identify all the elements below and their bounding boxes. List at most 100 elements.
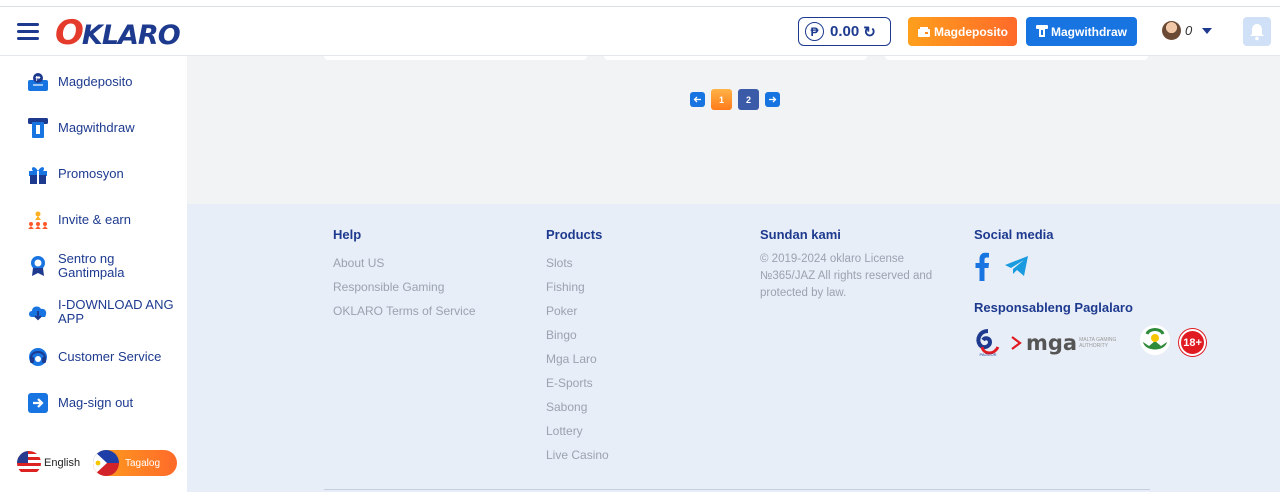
sidebar-item-label: Magwithdraw	[58, 120, 135, 135]
sidebar-item-rewards[interactable]: Sentro ng Gantimpala	[0, 246, 187, 286]
chevron-down-icon	[1202, 27, 1213, 34]
footer-link-fishing[interactable]: Fishing	[546, 275, 609, 299]
logo-letter-o: O	[55, 13, 84, 53]
notification-button[interactable]	[1243, 17, 1271, 46]
bell-icon	[1250, 23, 1264, 40]
withdraw-button[interactable]: Magwithdraw	[1026, 17, 1137, 46]
facebook-icon[interactable]	[974, 251, 990, 286]
footer-link-slots[interactable]: Slots	[546, 251, 609, 275]
gift-icon	[27, 163, 49, 185]
responsible-gaming-title: Responsableng Paglalaro	[974, 300, 1133, 315]
user-count: 0	[1185, 23, 1193, 38]
refresh-icon[interactable]: ↻	[863, 23, 876, 41]
balance-display[interactable]: ₱ 0.00 ↻	[798, 17, 891, 46]
deposit-button[interactable]: Magdeposito	[908, 17, 1017, 46]
footer-link-games[interactable]: Mga Laro	[546, 347, 609, 371]
mga-logo-subtext: MALTA GAMING AUTHORITY	[1079, 336, 1117, 349]
age-restriction-badge: 18+	[1179, 329, 1207, 356]
us-flag-icon	[17, 451, 41, 475]
deposit-label: Magdeposito	[934, 24, 1008, 39]
footer-products-column: Products Slots Fishing Poker Bingo Mga L…	[546, 227, 609, 467]
language-english[interactable]: English	[17, 450, 80, 476]
sidebar: ₱ Magdeposito Magwithdraw Promosyon Invi…	[0, 56, 187, 492]
withdraw-label: Magwithdraw	[1050, 24, 1127, 39]
sidebar-item-withdraw[interactable]: Magwithdraw	[0, 108, 187, 148]
footer-link-about[interactable]: About US	[333, 251, 476, 275]
game-card-bottom	[324, 56, 587, 60]
footer-social-title: Social media	[974, 227, 1054, 242]
user-menu[interactable]: 0	[1162, 21, 1213, 40]
footer-link-bingo[interactable]: Bingo	[546, 323, 609, 347]
arrow-right-icon	[769, 96, 777, 103]
reward-icon	[27, 255, 49, 277]
footer-help-title: Help	[333, 227, 362, 242]
footer-follow-title: Sundan kami	[760, 227, 841, 242]
sidebar-item-label: Customer Service	[58, 349, 162, 364]
balance-amount: 0.00	[830, 23, 860, 40]
footer-link-responsible-gaming[interactable]: Responsible Gaming	[333, 275, 476, 299]
footer-products-title: Products	[546, 227, 603, 242]
footer-divider	[324, 489, 1150, 490]
cloud-download-icon	[27, 301, 49, 323]
hamburger-menu-icon[interactable]	[17, 23, 39, 40]
headset-icon	[27, 346, 49, 368]
sidebar-item-sign-out[interactable]: Mag-sign out	[0, 383, 187, 423]
mga-logo: mga MALTA GAMING AUTHORITY	[1010, 331, 1131, 355]
sidebar-item-label: Magdeposito	[58, 74, 133, 89]
sidebar-item-download-app[interactable]: I-DOWNLOAD ANG APP	[0, 292, 187, 332]
withdraw-icon	[27, 117, 49, 139]
peso-coin-icon: ₱	[805, 22, 824, 41]
footer-social-column: Social media Responsableng Paglalaro PAG…	[974, 227, 1207, 361]
sidebar-item-label: Promosyon	[58, 166, 124, 181]
top-border	[0, 0, 1280, 7]
page-1-button[interactable]: 1	[711, 89, 732, 110]
footer-help-column: Help About US Responsible Gaming OKLARO …	[333, 227, 476, 323]
social-links	[974, 251, 1206, 286]
sign-out-icon	[27, 392, 49, 414]
logo-text: KLARO	[81, 19, 181, 51]
footer-link-sabong[interactable]: Sabong	[546, 395, 609, 419]
sidebar-item-label: Mag-sign out	[58, 395, 134, 410]
page-2-button[interactable]: 2	[738, 89, 759, 110]
sidebar-item-deposit[interactable]: ₱ Magdeposito	[0, 62, 187, 102]
deposit-icon: ₱	[27, 71, 49, 93]
wallet-icon	[918, 26, 930, 37]
copyright-text: © 2019-2024 oklaro License №365/JAZ All …	[760, 253, 933, 299]
mga-logo-text: mga	[1026, 330, 1078, 355]
responsible-gaming-badges: PAGCOR mga MALTA GAMING AUTHORITY 18+	[974, 324, 1207, 361]
sidebar-item-promotions[interactable]: Promosyon	[0, 154, 187, 194]
sidebar-item-label: Sentro ng Gantimpala	[58, 251, 125, 280]
pagination: 1 2	[690, 89, 780, 110]
avatar	[1162, 21, 1181, 40]
withdraw-icon	[1035, 25, 1048, 37]
pagcor-seal-logo	[1139, 324, 1171, 361]
footer-link-lottery[interactable]: Lottery	[546, 419, 609, 443]
footer-link-poker[interactable]: Poker	[546, 299, 609, 323]
language-english-label: English	[44, 457, 81, 469]
main-content: 1 2	[187, 56, 1280, 204]
game-card-bottom	[604, 56, 867, 60]
pagcor-logo: PAGCOR	[974, 328, 1002, 357]
svg-text:PAGCOR: PAGCOR	[979, 352, 996, 357]
footer-link-esports[interactable]: E-Sports	[546, 371, 609, 395]
invite-icon	[27, 209, 49, 231]
language-tagalog[interactable]: Tagalog	[93, 450, 177, 476]
ph-flag-icon	[93, 450, 119, 476]
header: O KLARO ₱ 0.00 ↻ Magdeposito Magwithdraw…	[0, 7, 1280, 56]
footer-link-terms[interactable]: OKLARO Terms of Service	[333, 299, 476, 323]
sidebar-item-label: Invite & earn	[58, 212, 131, 227]
footer: Help About US Responsible Gaming OKLARO …	[187, 204, 1280, 492]
prev-page-button[interactable]	[690, 92, 705, 107]
footer-link-live-casino[interactable]: Live Casino	[546, 443, 609, 467]
next-page-button[interactable]	[765, 92, 780, 107]
language-tagalog-label: Tagalog	[125, 457, 161, 469]
footer-follow-column: Sundan kami © 2019-2024 oklaro License №…	[760, 227, 940, 302]
oklaro-logo[interactable]: O KLARO	[55, 13, 181, 53]
game-card-bottom	[885, 56, 1148, 60]
arrow-left-icon	[693, 96, 701, 103]
sidebar-item-customer-service[interactable]: Customer Service	[0, 337, 187, 377]
sidebar-item-label: I-DOWNLOAD ANG APP	[58, 297, 174, 326]
sidebar-item-invite[interactable]: Invite & earn	[0, 200, 187, 240]
telegram-icon[interactable]	[1004, 255, 1030, 286]
svg-text:₱: ₱	[36, 76, 41, 83]
